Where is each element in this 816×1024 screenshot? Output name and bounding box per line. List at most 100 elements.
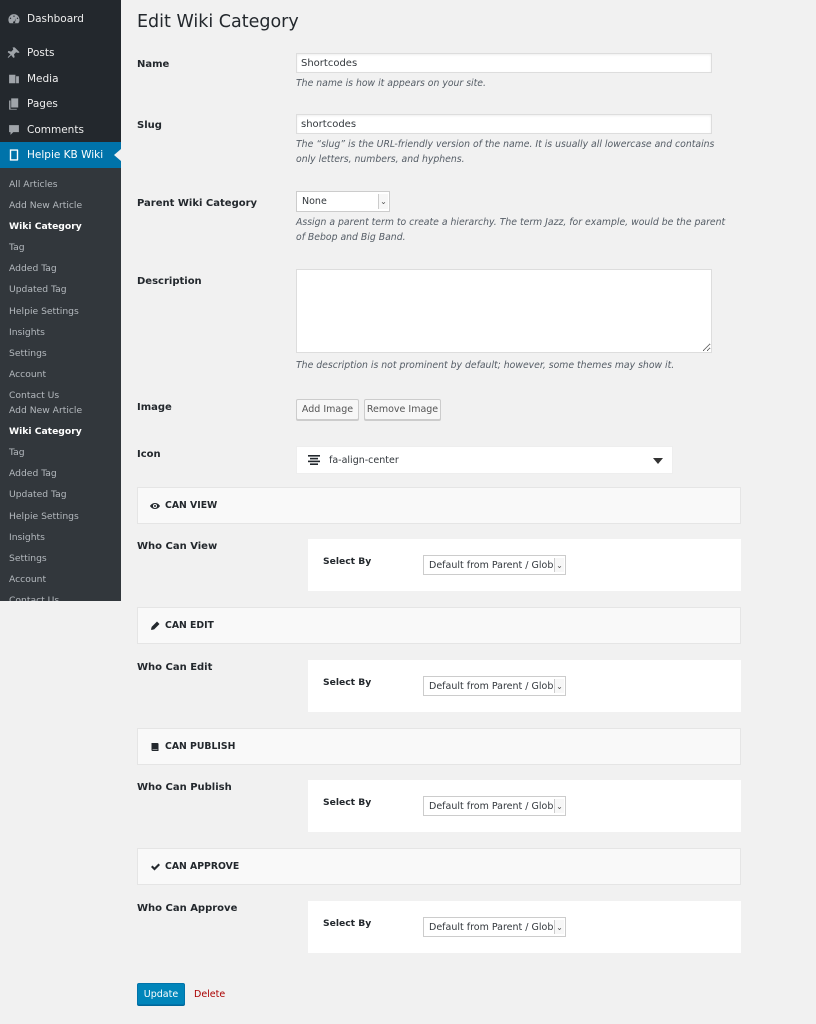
name-help-text: The name is how it appears on your site. — [296, 78, 486, 89]
chevron-down-icon: ⌄ — [554, 799, 564, 813]
parent-category-label: Parent Wiki Category — [137, 198, 258, 209]
submenu-added-tag[interactable]: Added Tag — [9, 468, 57, 479]
submenu-contact-us[interactable]: Contact Us — [9, 390, 59, 398]
who-can-approve-label: Who Can Approve — [137, 903, 238, 914]
submenu-added-tag[interactable]: Added Tag — [9, 263, 57, 274]
menu-pages[interactable]: Pages — [0, 91, 121, 117]
add-image-button[interactable]: Add Image — [296, 399, 359, 420]
submenu-settings[interactable]: Settings — [9, 348, 47, 359]
section-title: CAN VIEW — [165, 500, 218, 511]
menu-label: Media — [27, 73, 59, 85]
active-indicator — [114, 149, 121, 161]
parent-category-value: None — [302, 196, 327, 207]
select-by-label: Select By — [323, 797, 372, 808]
submenu-account[interactable]: Account — [9, 574, 46, 585]
submenu-tag[interactable]: Tag — [9, 447, 25, 458]
submenu-wiki-category[interactable]: Wiki Category — [9, 426, 82, 437]
section-title: CAN PUBLISH — [165, 741, 236, 752]
menu-posts[interactable]: Posts — [0, 40, 121, 66]
parent-category-select[interactable]: None ⌄ — [296, 191, 390, 212]
description-textarea[interactable] — [296, 269, 712, 353]
check-icon — [151, 863, 160, 870]
who-can-approve-select[interactable]: Default from Parent / Global ⌄ — [423, 917, 566, 937]
who-can-publish-panel: Select By Default from Parent / Global ⌄ — [308, 780, 741, 832]
who-can-view-select[interactable]: Default from Parent / Global ⌄ — [423, 555, 566, 575]
section-title: CAN EDIT — [165, 620, 214, 631]
submenu-helpie-settings[interactable]: Helpie Settings — [9, 306, 79, 317]
submenu-updated-tag[interactable]: Updated Tag — [9, 284, 67, 295]
chevron-down-icon: ⌄ — [554, 679, 564, 693]
select-by-label: Select By — [323, 556, 372, 567]
chevron-down-icon: ⌄ — [554, 558, 564, 572]
who-can-approve-panel: Select By Default from Parent / Global ⌄ — [308, 901, 741, 953]
who-can-edit-panel: Select By Default from Parent / Global ⌄ — [308, 660, 741, 712]
icon-label: Icon — [137, 449, 161, 460]
select-value: Default from Parent / Global — [429, 800, 562, 812]
parent-category-help-text: Assign a parent term to create a hierarc… — [296, 217, 726, 243]
can-approve-section-header[interactable]: CAN APPROVE — [137, 848, 741, 885]
media-icon — [0, 72, 27, 86]
who-can-edit-label: Who Can Edit — [137, 662, 213, 673]
icon-picker-value: fa-align-center — [329, 454, 399, 466]
select-value: Default from Parent / Global — [429, 559, 562, 571]
remove-image-button[interactable]: Remove Image — [364, 399, 441, 420]
image-label: Image — [137, 402, 172, 413]
can-view-section-header[interactable]: CAN VIEW — [137, 487, 741, 524]
menu-label: Comments — [27, 124, 84, 136]
menu-media[interactable]: Media — [0, 66, 121, 92]
submenu-all-articles[interactable]: All Articles — [9, 179, 58, 190]
admin-sidebar: Dashboard Posts Media Pages Comments Hel… — [0, 0, 121, 601]
submenu-contact-us[interactable]: Contact Us — [9, 595, 59, 601]
can-publish-section-header[interactable]: CAN PUBLISH — [137, 728, 741, 765]
submenu-tag[interactable]: Tag — [9, 242, 25, 253]
update-button[interactable]: Update — [137, 983, 185, 1005]
slug-help-text: The “slug” is the URL-friendly version o… — [296, 139, 715, 165]
slug-label: Slug — [137, 120, 162, 131]
chevron-down-icon: ⌄ — [378, 194, 388, 209]
menu-label: Posts — [27, 47, 55, 59]
chevron-down-icon: ⌄ — [554, 920, 564, 934]
select-by-label: Select By — [323, 677, 372, 688]
menu-label: Pages — [27, 98, 58, 110]
submenu-helpie-settings[interactable]: Helpie Settings — [9, 511, 79, 522]
who-can-view-panel: Select By Default from Parent / Global ⌄ — [308, 539, 741, 591]
pages-icon — [0, 97, 27, 111]
page-title: Edit Wiki Category — [137, 12, 299, 32]
submenu-account[interactable]: Account — [9, 369, 46, 380]
submenu-insights[interactable]: Insights — [9, 327, 45, 338]
submenu-updated-tag[interactable]: Updated Tag — [9, 489, 67, 500]
eye-icon — [150, 502, 160, 509]
book-icon — [151, 742, 159, 751]
section-title: CAN APPROVE — [165, 861, 240, 872]
align-center-icon — [308, 455, 320, 465]
menu-label: Helpie KB Wiki — [27, 149, 104, 161]
can-edit-section-header[interactable]: CAN EDIT — [137, 607, 741, 644]
select-by-label: Select By — [323, 918, 372, 929]
menu-helpie-kb-wiki[interactable]: Helpie KB Wiki — [0, 142, 121, 168]
slug-input[interactable] — [296, 114, 712, 134]
description-help-text: The description is not prominent by defa… — [296, 360, 675, 371]
pin-icon — [0, 46, 27, 60]
submenu-settings[interactable]: Settings — [9, 553, 47, 564]
book-icon — [0, 148, 27, 162]
submenu-wiki-category[interactable]: Wiki Category — [9, 221, 82, 232]
menu-label: Dashboard — [27, 13, 84, 25]
submenu-add-new-article[interactable]: Add New Article — [9, 405, 82, 416]
submenu-insights[interactable]: Insights — [9, 532, 45, 543]
name-input[interactable] — [296, 53, 712, 73]
who-can-view-label: Who Can View — [137, 541, 218, 552]
comment-icon — [0, 123, 27, 137]
menu-comments[interactable]: Comments — [0, 117, 121, 143]
submenu-add-new-article[interactable]: Add New Article — [9, 200, 82, 211]
who-can-publish-label: Who Can Publish — [137, 782, 232, 793]
name-label: Name — [137, 59, 170, 70]
who-can-publish-select[interactable]: Default from Parent / Global ⌄ — [423, 796, 566, 816]
menu-dashboard[interactable]: Dashboard — [0, 6, 121, 32]
dashboard-icon — [0, 12, 27, 26]
icon-picker-select[interactable]: fa-align-center — [296, 446, 673, 474]
who-can-edit-select[interactable]: Default from Parent / Global ⌄ — [423, 676, 566, 696]
caret-down-icon — [653, 458, 663, 464]
select-value: Default from Parent / Global — [429, 921, 562, 933]
pencil-icon — [151, 621, 160, 630]
delete-link[interactable]: Delete — [194, 989, 225, 1000]
